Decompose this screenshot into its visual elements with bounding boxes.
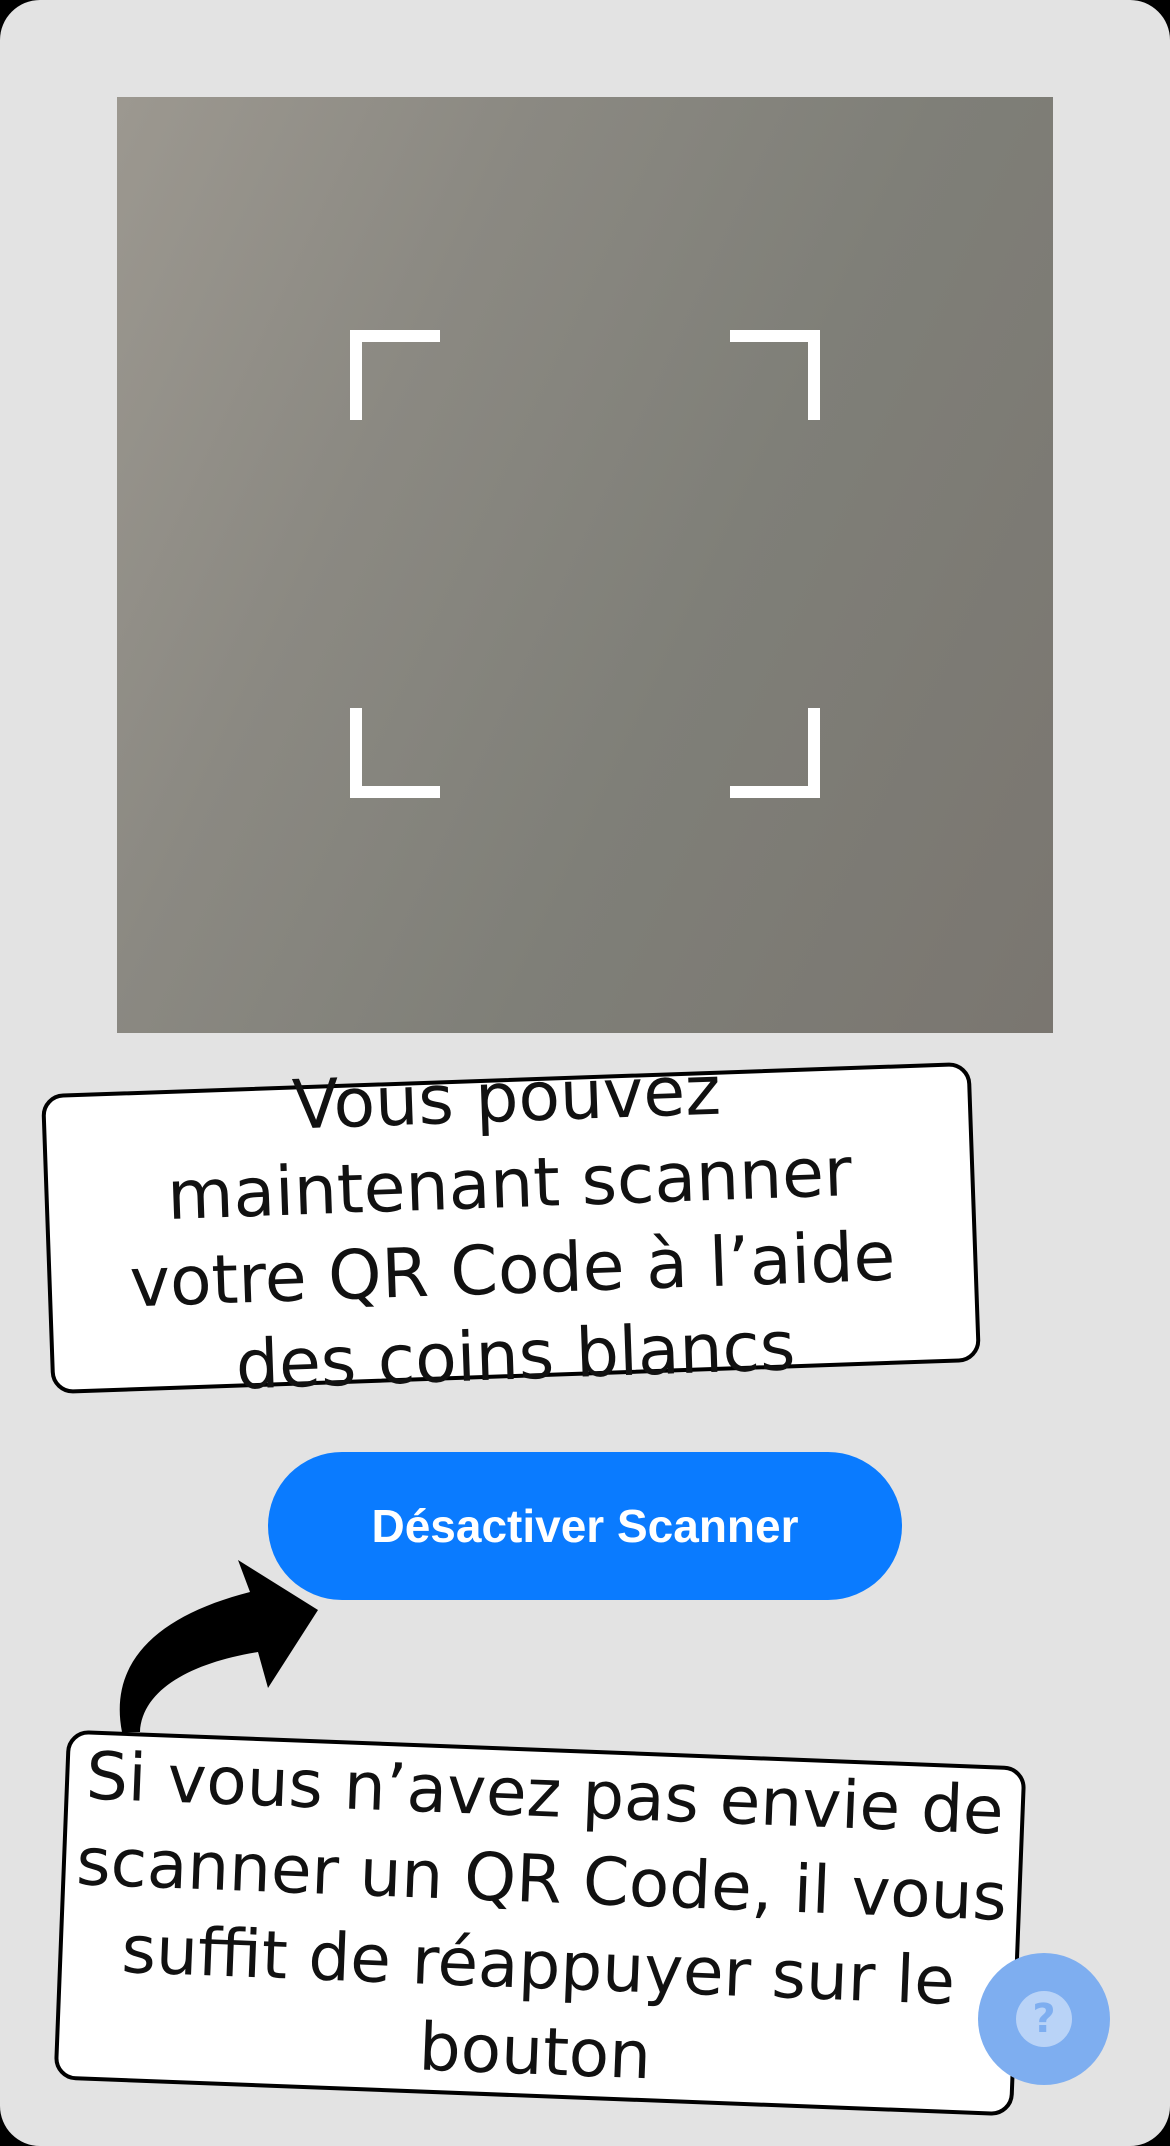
scan-corner-bottom-left xyxy=(350,708,440,798)
scan-corner-top-left xyxy=(350,330,440,420)
question-mark-icon: ? xyxy=(1016,1991,1072,2047)
pointer-arrow-icon xyxy=(119,1560,318,1732)
help-button[interactable]: ? xyxy=(978,1953,1110,2085)
scan-corner-bottom-right xyxy=(730,708,820,798)
toggle-tip-callout: Si vous n’avez pas envie de scanner un Q… xyxy=(53,1729,1027,2117)
scan-corner-top-right xyxy=(730,330,820,420)
toggle-scanner-label: Désactiver Scanner xyxy=(371,1500,799,1552)
toggle-scanner-button[interactable]: Désactiver Scanner xyxy=(268,1452,902,1600)
scan-tip-text: Vous pouvez maintenant scanner votre QR … xyxy=(128,1051,897,1406)
toggle-tip-text: Si vous n’avez pas envie de scanner un Q… xyxy=(74,1737,1009,2095)
scan-tip-callout: Vous pouvez maintenant scanner votre QR … xyxy=(41,1052,981,1406)
scanner-screen: Vous pouvez maintenant scanner votre QR … xyxy=(0,0,1170,2146)
camera-preview xyxy=(117,97,1053,1033)
help-glyph: ? xyxy=(1032,1996,1056,2042)
